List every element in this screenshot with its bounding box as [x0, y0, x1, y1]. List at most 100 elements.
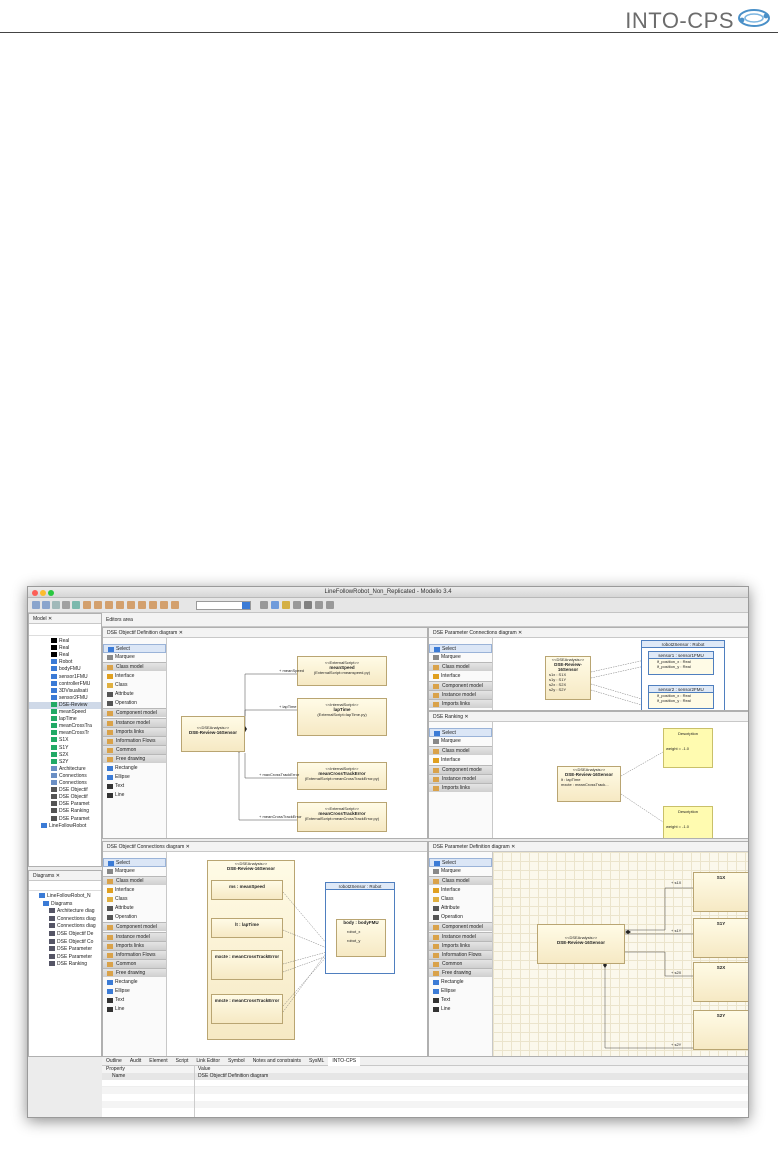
tree-item[interactable]: Connections — [29, 772, 101, 780]
toolbar-button-icon[interactable] — [94, 601, 102, 609]
diagram-tree-item[interactable]: DSE Objectif Co — [29, 938, 93, 946]
tree-item[interactable]: Real — [29, 652, 101, 659]
toolbar-button-icon[interactable] — [315, 601, 323, 609]
toolbar-button-icon[interactable] — [62, 601, 70, 609]
palette-tool[interactable]: Rectangle — [103, 978, 166, 987]
toolbar-button-icon[interactable] — [171, 601, 179, 609]
tab-ranking[interactable]: DSE Ranking ✕ — [429, 712, 748, 722]
toolbar-button-icon[interactable] — [160, 601, 168, 609]
palette-tool[interactable]: Text — [103, 782, 166, 791]
bottom-tab[interactable]: Symbol — [224, 1057, 249, 1066]
palette-tool[interactable]: Interface — [429, 886, 492, 895]
palette-category[interactable]: Instance model — [429, 774, 492, 783]
diagram-canvas[interactable]: <<DSEAnalysis>> DSE-Review-16Sensor lt : … — [493, 722, 748, 838]
toolbar-button-icon[interactable] — [138, 601, 146, 609]
palette-tool[interactable]: Line — [103, 1005, 166, 1014]
toolbar-button-icon[interactable] — [293, 601, 301, 609]
tree-item[interactable]: DSE Objectif — [29, 794, 101, 801]
parameter-box[interactable]: S2Y — [693, 1010, 748, 1050]
palette-tool[interactable]: Marquee — [429, 737, 492, 746]
tree-item[interactable]: S2Y — [29, 758, 101, 766]
palette-tool[interactable]: Interface — [429, 756, 492, 765]
diagram-tree-item[interactable]: Connections diag — [29, 915, 96, 923]
palette-category[interactable]: Component model — [429, 680, 492, 690]
property-value[interactable]: DSE Objectif Definition diagram — [198, 1073, 268, 1080]
script-box[interactable]: <<InternalScript>> lapTime (ExternalScript… — [297, 698, 387, 736]
diagram-canvas[interactable]: <<DSEAnalysis>> DSE-Review-16Sensor <<Ext… — [167, 638, 427, 838]
tree-item[interactable]: controllerFMU — [29, 680, 101, 688]
bottom-tab[interactable]: Script — [172, 1057, 193, 1066]
palette-tool[interactable]: Select — [429, 728, 492, 737]
palette-tool[interactable]: Rectangle — [429, 978, 492, 987]
toolbar-button-icon[interactable] — [105, 601, 113, 609]
palette-tool[interactable]: Select — [103, 644, 166, 653]
palette-category[interactable]: Free drawing — [429, 968, 492, 978]
bottom-tab[interactable]: Outline — [102, 1057, 126, 1066]
palette-tool[interactable]: Select — [429, 644, 492, 653]
tree-item[interactable]: lapTime — [29, 716, 101, 723]
palette-category[interactable]: Imports links — [429, 783, 492, 793]
tree-item[interactable]: DSE Paramet — [29, 801, 101, 808]
palette-category[interactable]: Component mode — [429, 764, 492, 774]
palette-tool[interactable]: Line — [429, 1005, 492, 1014]
toolbar-button-icon[interactable] — [42, 601, 50, 609]
palette-tool[interactable]: Ellipse — [429, 987, 492, 996]
diagram-tree-item[interactable]: DSE Parameter — [29, 946, 92, 953]
palette-tool[interactable]: Class — [429, 895, 492, 904]
palette-category[interactable]: Class model — [429, 746, 492, 756]
tree-item[interactable]: Architecture — [29, 765, 101, 773]
property-row[interactable]: Name DSE Objectif Definition diagram — [102, 1073, 748, 1080]
palette-category[interactable]: Class model — [103, 876, 166, 886]
tab-objectif-definition[interactable]: DSE Objectif Definition diagram ✕ — [103, 628, 427, 638]
palette-tool[interactable]: Select — [429, 858, 492, 867]
toolbar-button-icon[interactable] — [32, 601, 40, 609]
tree-item[interactable]: Real — [29, 645, 101, 652]
palette-category[interactable]: Information Flows — [103, 736, 166, 745]
diagram-tree-item[interactable]: DSE Parameter — [29, 953, 92, 961]
palette-category[interactable]: Imports links — [103, 726, 166, 736]
bottom-tab[interactable]: Element — [145, 1057, 171, 1066]
palette-category[interactable]: Instance model — [103, 717, 166, 727]
robot-instance-box[interactable]: robot2Sensor : Robot sensor1 : sensor1FM… — [641, 640, 725, 710]
tree-item[interactable]: S2X — [29, 751, 101, 759]
palette-tool[interactable]: Interface — [103, 672, 166, 681]
tree-item[interactable]: sensor1FMU — [29, 673, 101, 681]
palette-category[interactable]: Class model — [429, 662, 492, 672]
tree-item[interactable]: meanCrossTr — [29, 730, 101, 737]
palette-tool[interactable]: Operation — [103, 699, 166, 708]
palette-tool[interactable]: Ellipse — [103, 987, 166, 996]
tree-item[interactable]: meanSpeed — [29, 709, 101, 716]
palette-tool[interactable]: Select — [103, 858, 166, 867]
palette-tool[interactable]: Marquee — [429, 867, 492, 876]
palette-tool[interactable]: Class — [103, 681, 166, 690]
robot-instance-box[interactable]: robot2Sensor : Robot body : bodyFMU robo… — [325, 882, 395, 974]
diagram-tree-item[interactable]: LineFollowRobot_N — [29, 893, 91, 900]
toolbar-button-icon[interactable] — [271, 601, 279, 609]
palette-category[interactable]: Imports links — [429, 699, 492, 709]
palette-tool[interactable]: Attribute — [103, 690, 166, 699]
toolbar-button-icon[interactable] — [83, 601, 91, 609]
bottom-tab[interactable]: INTO-CPS — [328, 1057, 361, 1066]
tree-item[interactable]: DSE Paramet — [29, 815, 101, 823]
tree-item[interactable]: sensor2FMU — [29, 694, 101, 702]
tree-item[interactable]: DSE-Review — [29, 701, 101, 709]
tree-item[interactable]: 3DVisualisati — [29, 687, 101, 695]
toolbar-button-icon[interactable] — [72, 601, 80, 609]
palette-category[interactable]: Common — [429, 959, 492, 969]
palette-tool[interactable]: Marquee — [103, 867, 166, 876]
bottom-tab[interactable]: Link Editor — [192, 1057, 224, 1066]
tree-item[interactable]: bodyFMU — [29, 666, 101, 673]
parameter-box[interactable]: S1Y — [693, 918, 748, 958]
tree-item[interactable]: meanCrossTra — [29, 723, 101, 730]
toolbar-button-icon[interactable] — [282, 601, 290, 609]
dse-analysis-box[interactable]: <<DSEAnalysis>> DSE-Review-16Sensor — [181, 716, 245, 752]
toolbar-button-icon[interactable] — [116, 601, 124, 609]
tree-item[interactable]: S1Y — [29, 744, 101, 752]
sensor-box[interactable]: sensor2 : sensor2FMU lf_position_x : Rea… — [648, 685, 714, 709]
palette-category[interactable]: Imports links — [429, 940, 492, 950]
dse-analysis-box[interactable]: <<DSEAnalysis>> DSE-Review-16Sensor — [537, 924, 625, 964]
palette-category[interactable]: Instance model — [429, 931, 492, 941]
palette-category[interactable]: Imports links — [103, 940, 166, 950]
script-box[interactable]: <<ExternalScript>> meanCrossTrackError (Ex… — [297, 802, 387, 832]
parameter-box[interactable]: S1X — [693, 872, 748, 912]
